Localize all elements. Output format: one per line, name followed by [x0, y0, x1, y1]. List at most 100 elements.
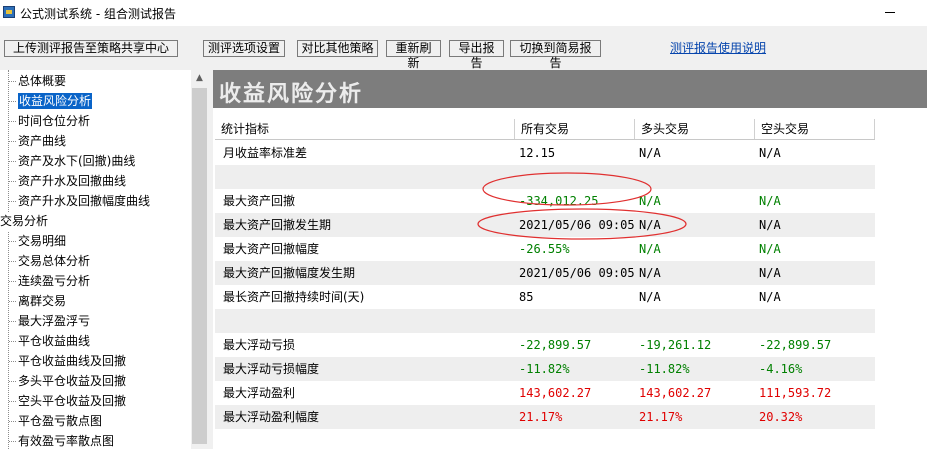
- row-label: 最大浮动盈利: [223, 386, 296, 400]
- tree-connector: [9, 121, 16, 122]
- tree-connector: [9, 241, 16, 242]
- sidebar-item-label: 交易总体分析: [18, 254, 91, 268]
- sidebar-item[interactable]: 有效盈亏率散点图: [18, 432, 114, 449]
- table-row: 最大资产回撤发生期 2021/05/06 09:05 N/A N/A: [215, 213, 875, 237]
- report-content: 收益风险分析 统计指标 所有交易 多头交易 空头交易 月收益率标准差 12.15 N…: [213, 70, 927, 449]
- sidebar-item[interactable]: 最大浮盈浮亏: [18, 312, 90, 330]
- row-value: N/A: [759, 242, 781, 256]
- row-value: N/A: [639, 218, 661, 232]
- column-header[interactable]: 统计指标: [215, 119, 515, 139]
- row-value: -22,899.57: [519, 338, 592, 352]
- sidebar-item-label: 交易分析: [0, 214, 49, 228]
- row-value: N/A: [639, 290, 661, 304]
- scroll-up-arrow-icon[interactable]: ▲: [191, 70, 208, 87]
- row-value: N/A: [639, 242, 661, 256]
- row-value: 143,602.27: [639, 386, 712, 400]
- sidebar-item-label: 连续盈亏分析: [18, 274, 91, 288]
- scroll-thumb[interactable]: [192, 88, 207, 444]
- tree-connector: [9, 181, 16, 182]
- tree-connector: [9, 201, 16, 202]
- sidebar-item[interactable]: 多头平仓收益及回撤: [18, 372, 126, 390]
- tree-connector: [9, 381, 16, 382]
- section-banner: 收益风险分析: [213, 70, 927, 108]
- table-row: 最大资产回撤幅度 -26.55% N/A N/A: [215, 237, 875, 261]
- tree-connector: [9, 361, 16, 362]
- sidebar-item[interactable]: 连续盈亏分析: [18, 272, 90, 290]
- refresh-button[interactable]: 重新刷新: [386, 40, 441, 70]
- row-value: 2021/05/06 09:05: [519, 218, 635, 232]
- test-options-button[interactable]: 测评选项设置: [203, 40, 285, 57]
- compare-strategy-button[interactable]: 对比其他策略: [297, 40, 378, 57]
- sidebar-item[interactable]: 平仓收益曲线: [18, 332, 90, 350]
- export-report-button[interactable]: 导出报告: [449, 40, 504, 70]
- sidebar-item[interactable]: 时间仓位分析: [18, 112, 90, 130]
- window-title: 公式测试系统 - 组合测试报告: [20, 7, 176, 21]
- column-header[interactable]: 多头交易: [635, 119, 755, 139]
- tree-connector: [9, 321, 16, 322]
- upload-report-button[interactable]: 上传测评报告至策略共享中心: [4, 40, 178, 57]
- row-value: 2021/05/06 09:05: [519, 266, 635, 280]
- tree-connector: [9, 441, 16, 442]
- sidebar-item[interactable]: 离群交易: [18, 292, 66, 310]
- sidebar-item-label: 平仓收益曲线: [18, 334, 91, 348]
- tree-connector: [9, 281, 16, 282]
- row-value: -22,899.57: [759, 338, 832, 352]
- sidebar-item-label: 有效盈亏率散点图: [18, 434, 115, 448]
- tree-connector: [9, 421, 16, 422]
- table-row: 最大资产回撤 -334,012.25 N/A N/A: [215, 189, 875, 213]
- tree-connector: [9, 161, 16, 162]
- simple-report-button[interactable]: 切换到简易报告: [510, 40, 601, 70]
- row-value: N/A: [759, 194, 781, 208]
- report-tree: 总体概要收益风险分析 时间仓位分析资产曲线资产及水下(回撤)曲线 资产升水及回撤曲线…: [0, 70, 191, 449]
- sidebar-item[interactable]: 交易分析: [0, 212, 48, 230]
- sidebar-item-label: 空头平仓收益及回撤: [18, 394, 127, 408]
- tree-connector: [9, 401, 16, 402]
- row-value: 85: [519, 290, 534, 304]
- sidebar-item[interactable]: 空头平仓收益及回撤: [18, 392, 126, 410]
- sidebar-item[interactable]: 收益风险分析: [18, 92, 93, 110]
- sidebar-item-label: 多头平仓收益及回撤: [18, 374, 127, 388]
- sidebar-item-label: 收益风险分析: [18, 93, 93, 109]
- table-row: 最大浮动盈利 143,602.27 143,602.27 111,593.72: [215, 381, 875, 405]
- sidebar-item[interactable]: 交易总体分析: [18, 252, 90, 270]
- sidebar-item[interactable]: 平仓收益曲线及回撤: [18, 352, 126, 370]
- sidebar-item[interactable]: 交易明细: [18, 232, 66, 250]
- sidebar-item-label: 最大浮盈浮亏: [18, 314, 91, 328]
- row-value: -19,261.12: [639, 338, 712, 352]
- sidebar-item[interactable]: 资产及水下(回撤)曲线: [18, 152, 135, 170]
- column-header[interactable]: 所有交易: [515, 119, 635, 139]
- tree-scrollbar[interactable]: ▲: [191, 70, 208, 449]
- sidebar-item-label: 时间仓位分析: [18, 114, 91, 128]
- sidebar-item[interactable]: 总体概要: [18, 72, 66, 90]
- table-row: 最大浮动亏损幅度 -11.82% -11.82% -4.16%: [215, 357, 875, 381]
- row-label: 最大浮动盈利幅度: [223, 410, 320, 424]
- tree-connector: [9, 101, 16, 102]
- tree-connector: [9, 301, 16, 302]
- sidebar-item[interactable]: 资产升水及回撤曲线: [18, 172, 126, 190]
- row-value: 12.15: [519, 146, 556, 160]
- row-value: -11.82%: [639, 362, 690, 376]
- sidebar-item[interactable]: 资产曲线: [18, 132, 66, 150]
- row-value: N/A: [639, 146, 661, 160]
- row-value: -11.82%: [519, 362, 570, 376]
- row-value: 20.32%: [759, 410, 803, 424]
- table-row: 最大浮动盈利幅度 21.17% 21.17% 20.32%: [215, 405, 875, 429]
- row-label: 最大资产回撤: [223, 194, 296, 208]
- column-header[interactable]: 空头交易: [755, 119, 875, 139]
- row-value: N/A: [759, 266, 781, 280]
- table-row: 最长资产回撤持续时间(天) 85 N/A N/A: [215, 285, 875, 309]
- row-label: 月收益率标准差: [223, 146, 308, 160]
- sidebar-item[interactable]: 平仓盈亏散点图: [18, 412, 102, 430]
- tree-connector: [9, 81, 16, 82]
- sidebar-item[interactable]: 资产升水及回撤幅度曲线: [18, 192, 150, 210]
- tree-connector: [9, 141, 16, 142]
- row-value: 111,593.72: [759, 386, 832, 400]
- row-value: N/A: [759, 290, 781, 304]
- sidebar-item-label: 总体概要: [18, 74, 67, 88]
- help-link[interactable]: 测评报告使用说明: [670, 39, 766, 56]
- row-value: N/A: [639, 194, 661, 208]
- section-title: 收益风险分析: [219, 81, 364, 107]
- sidebar-item-label: 资产升水及回撤幅度曲线: [18, 194, 151, 208]
- minimize-icon[interactable]: [885, 12, 895, 13]
- header-divider: [215, 139, 875, 140]
